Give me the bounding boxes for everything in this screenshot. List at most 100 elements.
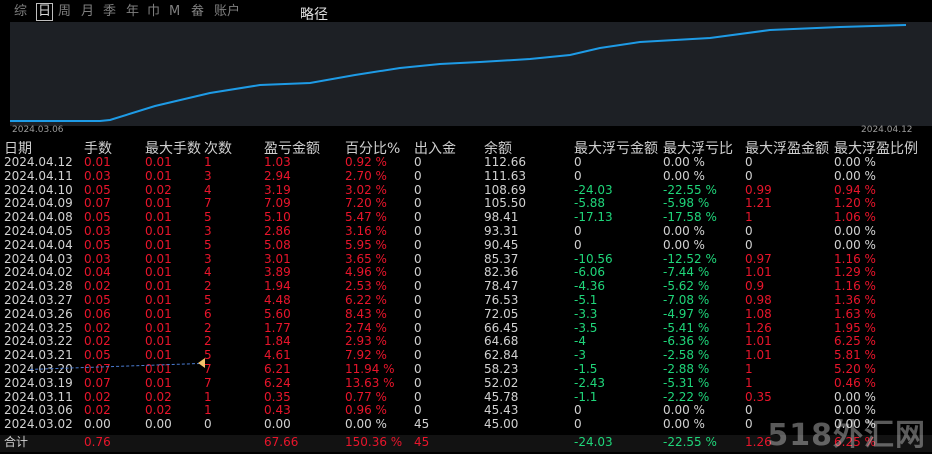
table-cell: 1.95 %: [834, 320, 876, 335]
table-cell: 0.01: [145, 168, 172, 183]
table-cell: 5: [204, 210, 212, 225]
table-cell: 1.03: [264, 155, 291, 169]
tab-5[interactable]: 年: [126, 4, 139, 20]
total-cell: -24.03: [574, 435, 613, 449]
table-cell: 0: [414, 196, 422, 211]
table-cell: 0: [414, 389, 422, 404]
table-row[interactable]: 2024.03.27 0.05 0.01 5 4.48 6.22 % 0 76.53 -5.1 -…: [0, 293, 932, 308]
table-cell: -3: [574, 348, 586, 363]
equity-curve-svg: [10, 24, 907, 122]
table-cell: -5.41 %: [663, 320, 710, 335]
table-row[interactable]: 2024.03.19 0.07 0.01 7 6.24 13.63 % 0 52.02 -2.4…: [0, 375, 932, 391]
table-cell: 0.94 %: [834, 182, 876, 197]
table-cell: 1.84: [264, 334, 291, 349]
table-row[interactable]: 2024.04.10 0.05 0.02 4 3.19 3.02 % 0 108.69 -24.…: [0, 182, 932, 198]
table-cell: 1.08: [745, 306, 772, 321]
table-row[interactable]: 2024.04.09 0.07 0.01 7 7.09 7.20 % 0 105.50 -5.8…: [0, 197, 932, 211]
table-cell: 7.20 %: [345, 196, 387, 211]
table-cell: 0: [414, 362, 422, 376]
total-cell: -22.55 %: [663, 435, 717, 449]
table-cell: 0: [574, 224, 582, 238]
table-row[interactable]: 2024.03.26 0.06 0.01 6 5.60 8.43 % 0 72.05 -3.3 -…: [0, 306, 932, 322]
table-cell: -7.44 %: [663, 265, 710, 280]
table-cell: 0: [414, 210, 422, 225]
table-row[interactable]: 2024.04.02 0.04 0.01 4 3.89 4.96 % 0 82.36 -6.06…: [0, 266, 932, 280]
table-cell: 0.00: [145, 417, 172, 432]
table-cell: -1.5: [574, 362, 598, 376]
table-cell: -5.31 %: [663, 375, 710, 390]
tab-4[interactable]: 季: [103, 4, 116, 20]
tab-8[interactable]: 畚: [191, 4, 204, 20]
table-cell: 1: [204, 389, 212, 404]
table-cell: 0.01: [145, 196, 172, 211]
table-cell: 0: [745, 155, 753, 169]
table-cell: 0.04: [84, 265, 111, 280]
tab-9[interactable]: 账户: [214, 4, 240, 20]
table-cell: 0.00: [264, 417, 291, 432]
tab-0[interactable]: 综: [14, 4, 27, 20]
table-row[interactable]: 2024.03.28 0.02 0.01 2 1.94 2.53 % 0 78.47 -4.36…: [0, 279, 932, 294]
table-cell: 1.29 %: [834, 265, 876, 280]
table-cell: 0.00 %: [663, 155, 705, 169]
tab-3[interactable]: 月: [81, 4, 94, 20]
table-cell: 2024.04.11: [4, 168, 73, 183]
table-cell: 105.50: [484, 196, 526, 211]
table-cell: -5.98 %: [663, 196, 710, 211]
table-cell: 2024.04.04: [4, 237, 73, 252]
table-cell: 5.20 %: [834, 362, 876, 376]
table-cell: 66.45: [484, 320, 519, 335]
table-cell: 7.09: [264, 196, 291, 211]
table-cell: -24.03: [574, 182, 613, 197]
table-row[interactable]: 2024.03.22 0.02 0.01 2 1.84 2.93 % 0 64.68 -4 -6.…: [0, 335, 932, 349]
table-cell: 0.03: [84, 224, 111, 238]
table-row[interactable]: 2024.04.03 0.03 0.01 3 3.01 3.65 % 0 85.37 -10.5…: [0, 251, 932, 267]
table-cell: 3.19: [264, 182, 291, 197]
table-cell: 0: [414, 224, 422, 238]
table-cell: 0.01: [145, 251, 172, 266]
table-cell: 0: [414, 334, 422, 349]
tab-2[interactable]: 周: [58, 4, 71, 20]
table-cell: 90.45: [484, 237, 519, 252]
tab-7[interactable]: M: [169, 4, 180, 20]
table-cell: 3.16 %: [345, 224, 387, 238]
table-cell: 1.16 %: [834, 279, 876, 294]
table-row[interactable]: 2024.03.25 0.02 0.01 2 1.77 2.74 % 0 66.45 -3.5 -…: [0, 320, 932, 336]
table-cell: 2024.03.19: [4, 375, 73, 390]
table-cell: 2024.04.10: [4, 182, 73, 197]
table-cell: 0.01: [145, 293, 172, 307]
table-cell: 0: [574, 417, 582, 432]
column-header[interactable]: 最大浮亏金额: [574, 138, 658, 158]
watermark: 518外汇网: [767, 418, 926, 453]
table-cell: -5.62 %: [663, 279, 710, 294]
tab-1[interactable]: 日: [36, 3, 54, 21]
table-cell: 0.05: [84, 182, 111, 197]
table-row[interactable]: 2024.04.05 0.03 0.01 3 2.86 3.16 % 0 93.31 0 0.00…: [0, 224, 932, 239]
table-row[interactable]: 2024.04.12 0.01 0.01 1 1.03 0.92 % 0 112.66 0 0.0…: [0, 155, 932, 170]
table-row[interactable]: 2024.03.21 0.05 0.01 5 4.61 7.92 % 0 62.84 -3 -2.…: [0, 348, 932, 363]
table-cell: 0.00 %: [834, 389, 876, 404]
table-row[interactable]: 2024.04.08 0.05 0.01 5 5.10 5.47 % 0 98.41 -17.1…: [0, 210, 932, 225]
table-cell: 2024.03.25: [4, 320, 73, 335]
table-row[interactable]: 2024.04.11 0.03 0.01 3 2.94 2.70 % 0 111.63 0 0.0…: [0, 168, 932, 184]
table-cell: 0.03: [84, 251, 111, 266]
table-cell: 0.99: [745, 182, 772, 197]
table-cell: -5.1: [574, 293, 598, 307]
column-header[interactable]: 最大浮盈金额: [745, 138, 829, 158]
cursor-marker-icon[interactable]: [198, 358, 205, 368]
table-cell: 6.25 %: [834, 334, 876, 349]
tab-6[interactable]: 巾: [147, 4, 160, 20]
table-cell: 0: [414, 320, 422, 335]
table-cell: 45.78: [484, 389, 519, 404]
table-cell: 0: [745, 168, 753, 183]
table-row[interactable]: 2024.03.11 0.02 0.02 1 0.35 0.77 % 0 45.78 -1.1 -…: [0, 389, 932, 405]
table-cell: 0.77 %: [345, 389, 387, 404]
table-cell: 1.16 %: [834, 251, 876, 266]
table-cell: 1.20 %: [834, 196, 876, 211]
table-cell: 1.63 %: [834, 306, 876, 321]
table-cell: 64.68: [484, 334, 519, 349]
table-row[interactable]: 2024.04.04 0.05 0.01 5 5.08 5.95 % 0 90.45 0 0.00…: [0, 237, 932, 253]
table-cell: 1.01: [745, 334, 772, 349]
table-cell: 2.53 %: [345, 279, 387, 294]
table-cell: 0: [745, 403, 753, 418]
table-cell: 0.00 %: [834, 168, 876, 183]
